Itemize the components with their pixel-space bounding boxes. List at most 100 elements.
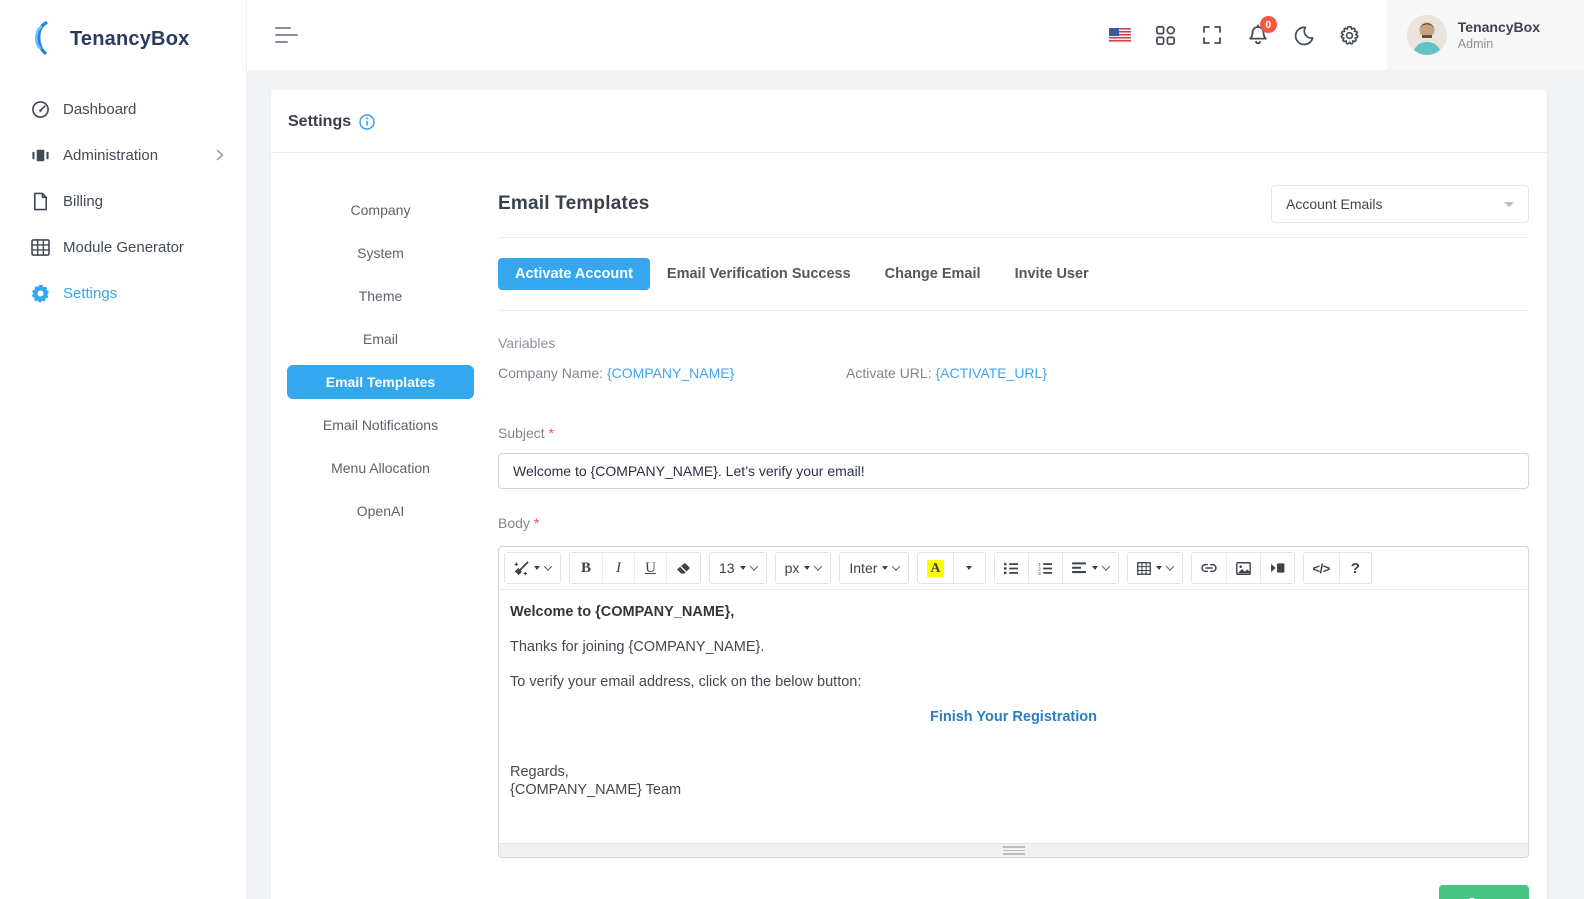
paragraph-align-dropdown[interactable] [1062,553,1118,583]
resize-grip-icon [1003,846,1025,855]
language-flag-button[interactable] [1099,14,1141,56]
user-info: TenancyBox Admin [1458,19,1540,52]
editor-content[interactable]: Welcome to {COMPANY_NAME}, Thanks for jo… [499,590,1528,843]
chevron-down-icon [1504,202,1514,207]
variable-token[interactable]: {ACTIVATE_URL} [935,365,1047,381]
brand-logo[interactable]: TenancyBox [0,0,246,76]
variable-token[interactable]: {COMPANY_NAME} [607,365,734,381]
table-grid-icon [30,237,50,257]
page-title: Settings [288,113,351,131]
settings-card-header: Settings [271,90,1547,153]
chevron-down-icon [749,562,757,570]
dark-mode-button[interactable] [1283,14,1325,56]
tab-change-email[interactable]: Change Email [868,258,998,290]
sidebar-item-dashboard[interactable]: Dashboard [0,86,246,132]
sidebar-item-billing[interactable]: Billing [0,178,246,224]
header-settings-button[interactable] [1329,14,1371,56]
caret-down-icon [1156,566,1162,570]
template-tabs: Activate Account Email Verification Succ… [498,258,1529,290]
sidebar-item-module-generator[interactable]: Module Generator [0,224,246,270]
svg-text:3: 3 [1038,571,1041,575]
settings-card: Settings Company System Theme Email Emai… [271,90,1547,899]
editor-button-line: Finish Your Registration [510,708,1517,726]
divider [498,310,1529,311]
tab-invite-user[interactable]: Invite User [998,258,1106,290]
finish-registration-link[interactable]: Finish Your Registration [930,709,1097,725]
caret-down-icon [804,566,810,570]
editor-resize-bar[interactable] [499,843,1528,857]
notifications-button[interactable]: 0 [1237,14,1279,56]
sidebar-item-settings[interactable]: Settings [0,270,246,316]
panel-title: Email Templates [498,193,650,215]
caret-down-icon [966,566,972,570]
chevron-down-icon [544,562,552,570]
insert-table-dropdown[interactable] [1128,553,1182,583]
font-color-dropdown[interactable] [953,553,985,583]
editor-toolbar: B I U 13 [499,547,1528,590]
gear-icon [30,283,50,303]
brand-logo-icon [30,20,64,58]
settings-card-body: Company System Theme Email Email Templat… [271,153,1547,899]
bold-button[interactable]: B [570,553,602,583]
settings-nav-email-notifications[interactable]: Email Notifications [287,408,474,442]
required-asterisk: * [534,515,539,531]
fullscreen-button[interactable] [1191,14,1233,56]
help-button[interactable]: ? [1339,553,1371,583]
menu-toggle-icon[interactable] [275,27,298,43]
eraser-icon [676,562,691,575]
chevron-down-icon [1165,562,1173,570]
insert-link-button[interactable] [1192,553,1226,583]
editor-signature: Regards, {COMPANY_NAME} Team [510,763,1517,799]
variable-activate-url: Activate URL: {ACTIVATE_URL} [846,365,1194,381]
sidebar-nav: Dashboard Administration Billing Module … [0,76,246,316]
underline-button[interactable]: U [634,553,666,583]
header-actions: 0 TenancyBox Admin [1099,0,1584,70]
settings-nav-company[interactable]: Company [287,193,474,227]
save-button[interactable]: Save [1439,885,1529,899]
font-size-dropdown[interactable]: 13 [710,553,766,583]
clear-format-button[interactable] [666,553,700,583]
align-left-icon [1072,562,1087,574]
template-category-select[interactable]: Account Emails [1271,185,1529,223]
settings-nav-openai[interactable]: OpenAI [287,494,474,528]
style-dropdown-button[interactable] [505,553,560,583]
font-name-dropdown[interactable]: Inter [840,553,908,583]
user-role: Admin [1458,36,1540,52]
insert-video-button[interactable] [1260,553,1294,583]
apps-grid-button[interactable] [1145,14,1187,56]
info-icon[interactable] [359,114,375,130]
carousel-icon [30,145,50,165]
tab-activate-account[interactable]: Activate Account [498,258,650,290]
italic-button[interactable]: I [602,553,634,583]
body-editor: B I U 13 [498,546,1529,858]
numbered-list-icon: 123 [1038,562,1053,575]
gauge-icon [30,99,50,119]
settings-nav-email[interactable]: Email [287,322,474,356]
insert-image-button[interactable] [1226,553,1260,583]
subject-input[interactable] [498,453,1529,489]
user-menu[interactable]: TenancyBox Admin [1387,0,1584,70]
body-label: Body * [498,515,1529,531]
chevron-right-icon [216,149,224,161]
ordered-list-button[interactable]: 123 [1028,553,1062,583]
settings-nav-theme[interactable]: Theme [287,279,474,313]
caret-down-icon [882,566,888,570]
sidebar-item-administration[interactable]: Administration [0,132,246,178]
size-unit-dropdown[interactable]: px [776,553,831,583]
settings-nav-menu-allocation[interactable]: Menu Allocation [287,451,474,485]
brand-name: TenancyBox [70,28,189,51]
variables-label: Variables [498,335,1529,351]
tab-email-verification-success[interactable]: Email Verification Success [650,258,868,290]
sidebar-item-label: Module Generator [63,239,184,256]
email-templates-panel: Email Templates Account Emails Activate … [498,185,1529,899]
us-flag-icon [1109,28,1131,43]
settings-nav-system[interactable]: System [287,236,474,270]
link-icon [1201,563,1217,573]
unordered-list-button[interactable] [995,553,1028,583]
image-icon [1236,562,1251,575]
font-color-button[interactable]: A [918,553,952,583]
settings-nav-email-templates[interactable]: Email Templates [287,365,474,399]
apps-grid-icon [1155,25,1176,46]
variables-row: Company Name: {COMPANY_NAME} Activate UR… [498,365,1529,381]
code-view-button[interactable]: </> [1304,553,1339,583]
